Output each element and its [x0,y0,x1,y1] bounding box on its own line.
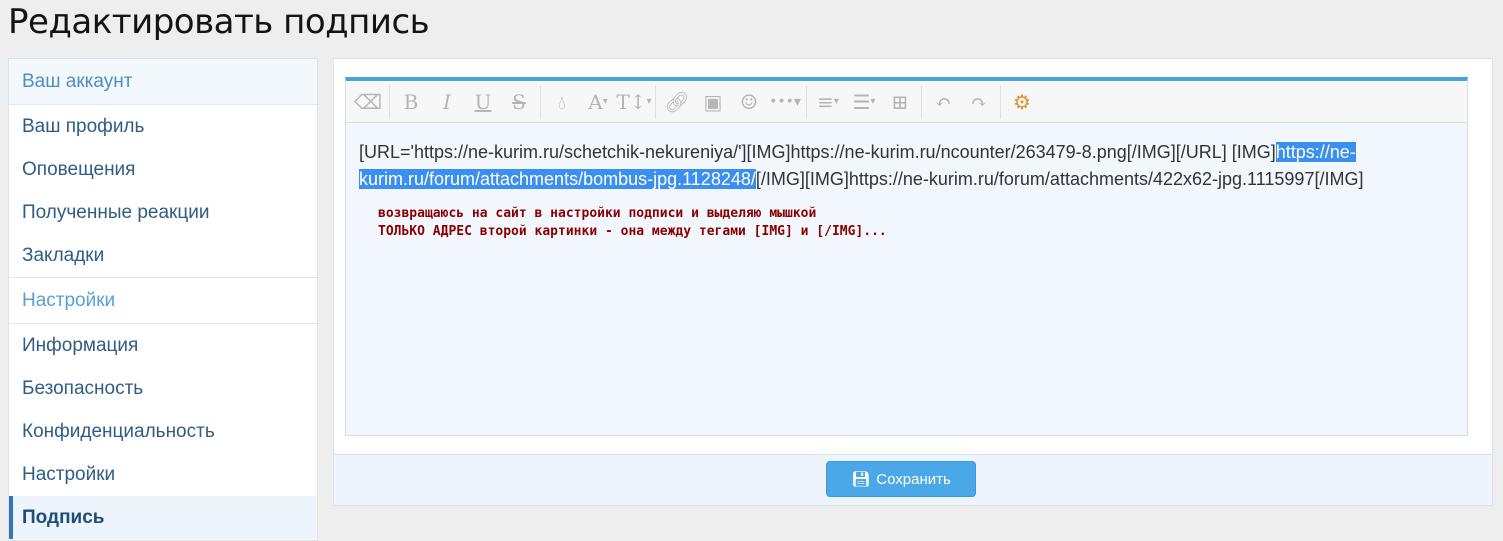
sidebar-section-account[interactable]: Ваш аккаунт [9,59,317,105]
page-title: Редактировать подпись [8,2,430,42]
annotation-note: возвращаюсь на сайт в настройки подписи … [378,205,1454,241]
image-icon[interactable]: ▣ [695,87,731,117]
signature-text-before: [URL='https://ne-kurim.ru/schetchik-neku… [359,142,1276,162]
divider [389,84,390,119]
divider [1000,84,1001,119]
smiley-icon[interactable]: ☺ [731,87,767,117]
font-size-icon[interactable]: T↕ ▾ [616,87,652,117]
signature-text-after: [/IMG][IMG]https://ne-kurim.ru/forum/att… [755,169,1364,189]
eraser-icon[interactable]: ⌫ [350,87,386,117]
redo-icon[interactable]: ↷ [961,87,997,117]
editor-toolbar: ⌫ B I U S 💧︎ A ▾ T↕ ▾ 🔗︎ ▣ ☺ •••▾ ≡ ▾ ☰ ▾ ⊞ … [346,81,1467,123]
sidebar-section-settings[interactable]: Настройки [9,277,317,324]
list-icon[interactable]: ☰ ▾ [846,87,882,117]
italic-icon[interactable]: I [429,87,465,117]
save-icon: 💾︎ [851,471,871,488]
form-footer: 💾︎ Сохранить [334,454,1492,505]
more-icon[interactable]: •••▾ [767,87,803,117]
sidebar-item-profile[interactable]: Ваш профиль [9,105,317,148]
align-icon[interactable]: ≡ ▾ [810,87,846,117]
sidebar-item-preferences[interactable]: Настройки [9,453,317,496]
save-label: Сохранить [876,470,951,488]
strikethrough-icon[interactable]: S [501,87,537,117]
link-icon[interactable]: 🔗︎ [659,87,695,117]
sidebar: Ваш аккаунт Ваш профиль Оповещения Получ… [8,58,318,541]
signature-editor: ⌫ B I U S 💧︎ A ▾ T↕ ▾ 🔗︎ ▣ ☺ •••▾ ≡ ▾ ☰ ▾ ⊞ … [345,77,1468,436]
sidebar-item-bookmarks[interactable]: Закладки [9,234,317,277]
sidebar-item-signature[interactable]: Подпись [9,496,317,539]
sidebar-item-security[interactable]: Безопасность [9,367,317,410]
divider [540,84,541,119]
sidebar-item-info[interactable]: Информация [9,324,317,367]
main-panel: ⌫ B I U S 💧︎ A ▾ T↕ ▾ 🔗︎ ▣ ☺ •••▾ ≡ ▾ ☰ ▾ ⊞ … [333,58,1493,506]
divider [655,84,656,119]
bold-icon[interactable]: B [393,87,429,117]
divider [806,84,807,119]
underline-icon[interactable]: U [465,87,501,117]
note-line: ТОЛЬКО АДРЕС второй картинки - она между… [378,224,887,239]
note-line: возвращаюсь на сайт в настройки подписи … [378,206,817,221]
sidebar-item-alerts[interactable]: Оповещения [9,148,317,191]
divider [921,84,922,119]
sidebar-item-privacy[interactable]: Конфиденциальность [9,410,317,453]
save-button[interactable]: 💾︎ Сохранить [826,461,976,497]
color-drop-icon[interactable]: 💧︎ [544,87,580,117]
table-icon[interactable]: ⊞ [882,87,918,117]
settings-gear-icon[interactable]: ⚙ [1004,87,1040,117]
font-family-icon[interactable]: A ▾ [580,87,616,117]
sidebar-item-reactions[interactable]: Полученные реакции [9,191,317,234]
undo-icon[interactable]: ↶ [925,87,961,117]
editor-content[interactable]: [URL='https://ne-kurim.ru/schetchik-neku… [346,123,1467,257]
